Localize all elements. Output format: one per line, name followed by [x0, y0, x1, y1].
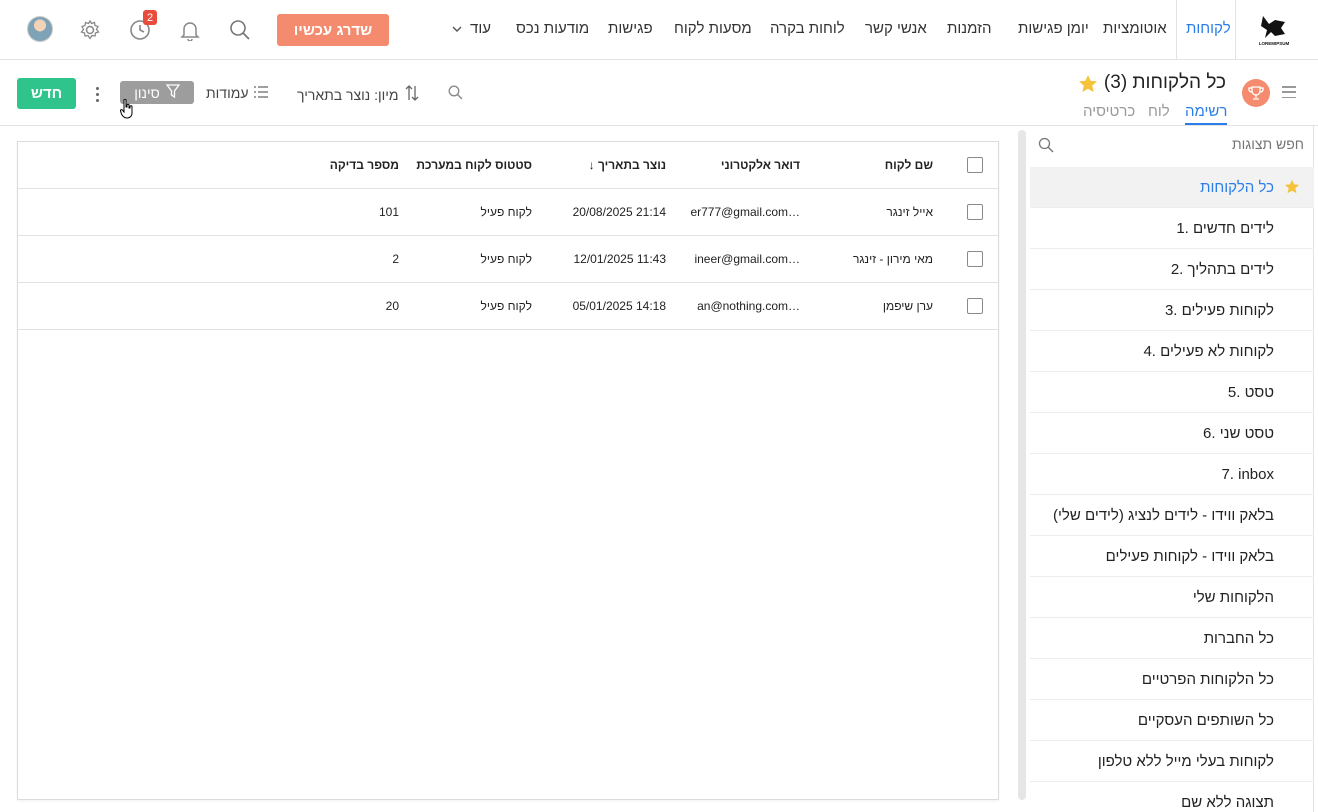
columns-label: עמודות [206, 85, 249, 101]
nav-meetings[interactable]: פגישות [608, 20, 653, 37]
cell-email[interactable]: er777@gmail.com… [678, 205, 800, 219]
bell-icon[interactable] [176, 16, 204, 44]
sidebar-item[interactable]: בלאק ווידו - לידים לנציג (לידים שלי) [1030, 495, 1314, 536]
nav-more[interactable]: עוד [452, 20, 491, 37]
sidebar-item-label: כל הלקוחות [1200, 178, 1274, 196]
sidebar-item[interactable]: 7. inbox [1030, 454, 1314, 495]
cell-test-number: 101 [378, 205, 399, 219]
cell-name[interactable]: אייל זינגר [838, 205, 933, 219]
cell-status: לקוח פעיל [480, 252, 532, 266]
sort-button[interactable]: מיון: נוצר בתאריך [297, 85, 419, 104]
cell-created: 05/01/2025 14:18 [572, 299, 666, 313]
table-search-icon[interactable] [448, 85, 463, 100]
search-icon[interactable] [226, 16, 254, 44]
sidebar-item[interactable]: בלאק ווידו - לקוחות פעילים [1030, 536, 1314, 577]
sidebar-item[interactable]: 5. טסט [1030, 372, 1314, 413]
cell-created: 20/08/2025 21:14 [572, 205, 666, 219]
sort-icon [405, 85, 419, 104]
column-header-status[interactable]: סטטוס לקוח במערכת [416, 158, 532, 172]
cell-created: 12/01/2025 11:43 [573, 252, 666, 266]
row-checkbox[interactable] [967, 204, 983, 220]
tab-board[interactable]: לוח [1148, 103, 1170, 120]
sidebar-item[interactable]: 1. לידים חדשים [1030, 208, 1314, 249]
tab-card[interactable]: כרטיסיה [1083, 103, 1135, 120]
view-count: (3) [1103, 72, 1128, 93]
cell-email[interactable]: ineer@gmail.com… [678, 252, 800, 266]
column-header-name[interactable]: שם לקוח [838, 158, 933, 172]
row-checkbox[interactable] [967, 298, 983, 314]
sidebar-item[interactable]: 2. לידים בתהליך [1030, 249, 1314, 290]
cell-name[interactable]: מאי מירון - זינגר [838, 252, 933, 266]
column-header-email[interactable]: דואר אלקטרוני [678, 158, 800, 172]
star-icon [1284, 179, 1300, 198]
view-title: כל הלקוחות (3) [1104, 72, 1226, 94]
row-checkbox[interactable] [967, 251, 983, 267]
sidebar-item[interactable]: כל הלקוחות הפרטיים [1030, 659, 1314, 700]
sidebar-item-all-customers[interactable]: כל הלקוחות [1030, 167, 1314, 208]
menu-icon[interactable] [1282, 86, 1296, 98]
sidebar-item[interactable]: כל השותפים העסקיים [1030, 700, 1314, 741]
favorite-star-icon[interactable] [1078, 74, 1098, 98]
nav-orders[interactable]: הזמנות [947, 20, 991, 37]
cell-email[interactable]: an@nothing.com… [678, 299, 800, 313]
tab-list[interactable]: רשימה [1185, 103, 1228, 125]
filter-label: סינון [134, 84, 160, 101]
nav-dashboards[interactable]: לוחות בקרה [770, 20, 845, 37]
user-avatar[interactable] [27, 16, 53, 42]
svg-text:LOREMIPSUM: LOREMIPSUM [1259, 41, 1290, 46]
sidebar-item[interactable]: 3. לקוחות פעילים [1030, 290, 1314, 331]
more-options-icon[interactable] [90, 82, 104, 106]
trophy-icon [1242, 79, 1270, 107]
select-all-checkbox[interactable] [967, 157, 983, 173]
list-icon [254, 85, 269, 101]
nav-contacts[interactable]: אנשי קשר [865, 20, 927, 37]
table-row[interactable]: אייל זינגר er777@gmail.com… 20/08/2025 2… [18, 189, 998, 236]
column-header-test-number[interactable]: מספר בדיקה [318, 158, 399, 172]
nav-customer-journeys[interactable]: מסעות לקוח [674, 20, 752, 37]
activity-badge: 2 [143, 10, 157, 25]
sidebar-item[interactable]: 6. טסט שני [1030, 413, 1314, 454]
customers-table: שם לקוח דואר אלקטרוני ↓ נוצר בתאריך סטטו… [17, 141, 999, 800]
cell-status: לקוח פעיל [480, 299, 532, 313]
chevron-down-icon [452, 20, 462, 37]
views-list: כל הלקוחות 1. לידים חדשים 2. לידים בתהלי… [1030, 167, 1314, 812]
sidebar-item[interactable]: 4. לקוחות לא פעילים [1030, 331, 1314, 372]
views-sidebar: כל הלקוחות 1. לידים חדשים 2. לידים בתהלי… [1030, 126, 1314, 812]
cell-test-number: 20 [385, 299, 399, 313]
table-row[interactable]: ערן שיפמן an@nothing.com… 05/01/2025 14:… [18, 283, 998, 330]
cell-status: לקוח פעיל [480, 205, 532, 219]
new-button[interactable]: חדש [17, 78, 76, 109]
table-header: שם לקוח דואר אלקטרוני ↓ נוצר בתאריך סטטו… [18, 142, 998, 189]
top-navigation: LOREMIPSUM לקוחות אוטומציות יומן פגישות … [0, 0, 1318, 60]
search-icon[interactable] [1038, 137, 1054, 158]
gear-icon[interactable] [76, 16, 104, 44]
column-header-created[interactable]: ↓ נוצר בתאריך [558, 158, 666, 172]
views-search-input[interactable] [1074, 136, 1304, 152]
nav-property-ads[interactable]: מודעות נכס [516, 20, 589, 37]
columns-button[interactable]: עמודות [206, 85, 269, 101]
table-row[interactable]: מאי מירון - זינגר ineer@gmail.com… 12/01… [18, 236, 998, 283]
upgrade-now-button[interactable]: שדרג עכשיו [277, 14, 389, 46]
sidebar-item[interactable]: לקוחות בעלי מייל ללא טלפון [1030, 741, 1314, 782]
sidebar-scrollbar[interactable] [1018, 130, 1026, 800]
nav-more-label: עוד [470, 20, 491, 37]
filter-icon [165, 84, 181, 101]
cell-name[interactable]: ערן שיפמן [838, 299, 933, 313]
sidebar-item[interactable]: תצוגה ללא שם [1030, 782, 1314, 812]
sidebar-item[interactable]: כל החברות [1030, 618, 1314, 659]
sort-label: מיון: נוצר בתאריך [297, 86, 399, 103]
nav-automations[interactable]: אוטומציות [1103, 20, 1167, 37]
nav-meetings-calendar[interactable]: יומן פגישות [1018, 20, 1089, 37]
mouse-cursor-icon [119, 98, 134, 124]
views-search [1030, 126, 1314, 166]
company-logo[interactable]: LOREMIPSUM [1257, 12, 1291, 48]
nav-customers[interactable]: לקוחות [1186, 20, 1231, 37]
view-title-text: כל הלקוחות [1132, 72, 1226, 93]
cell-test-number: 2 [392, 252, 399, 266]
sidebar-item[interactable]: הלקוחות שלי [1030, 577, 1314, 618]
